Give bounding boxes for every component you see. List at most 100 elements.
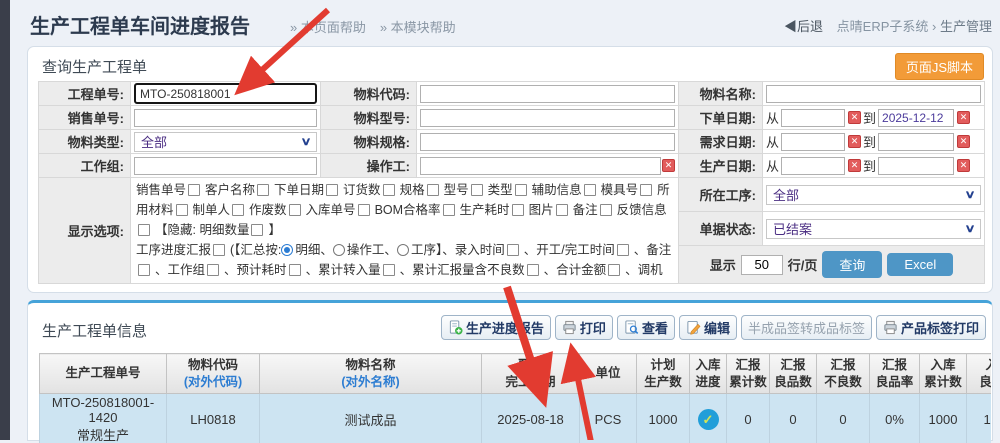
col-due-date[interactable]: 要求完工日期	[482, 354, 580, 394]
process-value: 全部	[773, 185, 799, 204]
cell-material-name: 测试成品	[260, 394, 482, 443]
sales-no-input[interactable]	[134, 109, 317, 127]
order-date-from-input[interactable]	[781, 109, 845, 127]
prod-date-from-input[interactable]	[781, 157, 845, 175]
rows-suffix: 行/页	[788, 255, 818, 274]
checkbox[interactable]	[443, 204, 455, 216]
col-order-no[interactable]: 生产工程单号	[40, 354, 167, 394]
checkbox[interactable]	[358, 204, 370, 216]
demand-date-from-input[interactable]	[781, 133, 845, 151]
col-inbound-progress[interactable]: 入库进度	[690, 354, 727, 394]
progress-report-button[interactable]: 生产进度报告	[441, 315, 551, 340]
order-no-label: 工程单号:	[39, 82, 131, 106]
status-select[interactable]: 已结案 ∨	[766, 219, 981, 239]
col-in-good[interactable]: 入库良品数	[967, 354, 992, 394]
demand-date-to-input[interactable]	[878, 133, 954, 151]
operator-input[interactable]	[420, 157, 661, 175]
order-date-to-input[interactable]	[878, 109, 954, 127]
radio-button[interactable]	[397, 244, 409, 256]
print-button[interactable]: 打印	[555, 315, 613, 340]
checkbox[interactable]	[289, 264, 301, 276]
checkbox[interactable]	[138, 264, 150, 276]
material-model-input[interactable]	[420, 109, 675, 127]
clear-order-date-to-icon[interactable]: ✕	[957, 111, 970, 124]
semi-to-finished-label-button[interactable]: 半成品签转成品标签	[741, 315, 872, 340]
col-plan-qty[interactable]: 计划生产数	[637, 354, 690, 394]
checkbox[interactable]	[289, 204, 301, 216]
view-icon	[624, 320, 639, 335]
col-in-total[interactable]: 入库累计数	[920, 354, 967, 394]
checkbox[interactable]	[512, 204, 524, 216]
edit-button[interactable]: 编辑	[679, 315, 737, 340]
material-name-input[interactable]	[766, 85, 981, 103]
module-help-link[interactable]: » 本模块帮助	[380, 20, 456, 35]
clear-prod-date-from-icon[interactable]: ✕	[848, 159, 861, 172]
sales-no-label: 销售单号:	[39, 106, 131, 130]
col-material-name[interactable]: 物料名称(对外名称)	[260, 354, 482, 394]
col-report-rate[interactable]: 汇报良品率	[870, 354, 920, 394]
checkbox[interactable]	[584, 184, 596, 196]
radio-button[interactable]	[281, 244, 293, 256]
breadcrumb-current[interactable]: 生产管理	[940, 19, 992, 34]
breadcrumb-parent[interactable]: 点晴ERP子系统	[837, 19, 929, 34]
product-label-print-button[interactable]: 产品标签打印	[876, 315, 986, 340]
back-button[interactable]: ◀后退	[784, 19, 823, 34]
prod-date-to-input[interactable]	[878, 157, 954, 175]
checkbox[interactable]	[176, 204, 188, 216]
material-code-input[interactable]	[420, 85, 675, 103]
checkbox[interactable]	[471, 184, 483, 196]
clear-prod-date-to-icon[interactable]: ✕	[957, 159, 970, 172]
cell-in-good: 1000	[967, 394, 992, 443]
to-text: 到	[863, 108, 876, 127]
excel-button[interactable]: Excel	[887, 253, 953, 276]
checkbox[interactable]	[515, 184, 527, 196]
material-name-label: 物料名称:	[679, 82, 763, 106]
checkbox[interactable]	[608, 264, 620, 276]
to-text: 到	[863, 132, 876, 151]
table-row[interactable]: MTO-250818001-1420常规生产 LH0818 测试成品 2025-…	[40, 394, 992, 443]
table-header-row: 生产工程单号 物料代码(对外代码) 物料名称(对外名称) 要求完工日期 单位 计…	[40, 354, 992, 394]
checkbox[interactable]	[600, 204, 612, 216]
cell-report-total: 0	[727, 394, 770, 443]
checkbox[interactable]	[188, 184, 200, 196]
material-spec-input[interactable]	[420, 133, 675, 151]
to-text: 到	[863, 156, 876, 175]
checkbox[interactable]	[527, 264, 539, 276]
radio-button[interactable]	[333, 244, 345, 256]
col-report-bad[interactable]: 汇报不良数	[817, 354, 870, 394]
display-options-line1: 销售单号客户名称下单日期订货数规格型号类型辅助信息模具号所用材料制单人作废数入库…	[136, 180, 673, 240]
checkbox[interactable]	[207, 264, 219, 276]
checkbox[interactable]	[383, 184, 395, 196]
view-button[interactable]: 查看	[617, 315, 675, 340]
page-help-link[interactable]: » 本页面帮助	[290, 20, 366, 35]
checkbox[interactable]	[640, 184, 652, 196]
clear-operator-icon[interactable]: ✕	[662, 159, 675, 172]
clear-demand-date-from-icon[interactable]: ✕	[848, 135, 861, 148]
checkbox[interactable]	[383, 264, 395, 276]
material-type-select[interactable]: 全部 ∨	[134, 132, 317, 152]
col-unit[interactable]: 单位	[580, 354, 637, 394]
checkbox[interactable]	[213, 244, 225, 256]
col-report-good[interactable]: 汇报良品数	[770, 354, 817, 394]
col-material-code[interactable]: 物料代码(对外代码)	[167, 354, 260, 394]
process-select[interactable]: 全部 ∨	[766, 185, 981, 205]
checkbox[interactable]	[507, 244, 519, 256]
left-edge-strip	[0, 0, 10, 440]
clear-demand-date-to-icon[interactable]: ✕	[957, 135, 970, 148]
checkbox[interactable]	[257, 184, 269, 196]
workgroup-input[interactable]	[134, 157, 317, 175]
search-button[interactable]: 查询	[822, 251, 882, 278]
checkbox[interactable]	[556, 204, 568, 216]
checkbox[interactable]	[232, 204, 244, 216]
order-no-input[interactable]	[134, 83, 317, 104]
material-spec-label: 物料规格:	[321, 130, 417, 154]
page-js-script-button[interactable]: 页面JS脚本	[895, 53, 984, 80]
checkbox[interactable]	[251, 224, 263, 236]
clear-order-date-from-icon[interactable]: ✕	[848, 111, 861, 124]
checkbox[interactable]	[617, 244, 629, 256]
rows-per-page-input[interactable]	[741, 255, 783, 275]
checkbox[interactable]	[326, 184, 338, 196]
checkbox[interactable]	[138, 224, 150, 236]
col-report-total[interactable]: 汇报累计数	[727, 354, 770, 394]
checkbox[interactable]	[427, 184, 439, 196]
